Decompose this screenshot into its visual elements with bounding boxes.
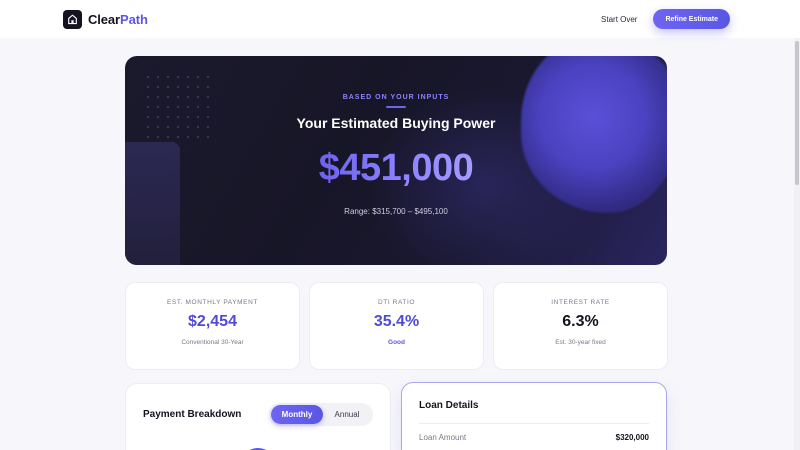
loan-details-card: Loan Details Loan Amount $320,000 [401,382,667,450]
stat-value: 35.4% [373,313,420,330]
stat-card-monthly-payment: EST. MONTHLY PAYMENT $2,454 Conventional… [125,282,300,370]
brand-name-part2: Path [120,11,148,27]
brand-name: ClearPath [88,12,148,27]
brand-logo[interactable]: ClearPath [63,9,148,29]
stat-label: EST. MONTHLY PAYMENT [167,299,258,306]
stat-value: $2,454 [188,313,237,330]
payment-breakdown-title: Payment Breakdown [143,409,242,420]
refine-estimate-button[interactable]: Refine Estimate [653,9,730,29]
loan-row-value: $320,000 [615,433,649,442]
hero-divider [386,106,406,108]
toggle-annual[interactable]: Annual [323,405,371,424]
stat-label: DTI RATIO [377,299,416,306]
payment-breakdown-card: Payment Breakdown Monthly Annual [125,383,391,450]
loan-row-label: Loan Amount [419,433,467,442]
stat-card-dti-ratio: DTI RATIO 35.4% Good [309,282,484,370]
logo-icon [63,9,82,29]
buying-power-range: Range: $315,700 – $495,100 [344,207,448,216]
status-badge: Good [388,339,405,346]
hero-title: Your Estimated Buying Power [296,115,496,131]
nav-actions: Start Over Refine Estimate [601,9,730,29]
scrollbar-thumb[interactable] [795,41,799,185]
hero-content: BASED ON YOUR INPUTS Your Estimated Buyi… [125,56,667,265]
brand-name-part1: Clear [88,11,121,27]
buying-power-hero: BASED ON YOUR INPUTS Your Estimated Buyi… [125,56,667,265]
buying-power-amount: $451,000 [318,147,474,189]
top-navbar: ClearPath Start Over Refine Estimate [0,0,800,38]
stat-subtext: Conventional 30-Year [181,339,244,346]
period-toggle: Monthly Annual [269,403,373,426]
toggle-monthly[interactable]: Monthly [271,405,323,424]
loan-details-title: Loan Details [419,400,479,411]
stat-subtext: Est. 30-year fixed [555,339,606,346]
loan-row-amount: Loan Amount $320,000 [419,433,649,442]
stat-label: INTEREST RATE [551,299,610,306]
stat-card-interest-rate: INTEREST RATE 6.3% Est. 30-year fixed [493,282,668,370]
start-over-button[interactable]: Start Over [601,15,637,24]
hero-eyebrow: BASED ON YOUR INPUTS [342,94,450,101]
stat-value: 6.3% [562,313,599,330]
loan-divider [419,423,649,424]
